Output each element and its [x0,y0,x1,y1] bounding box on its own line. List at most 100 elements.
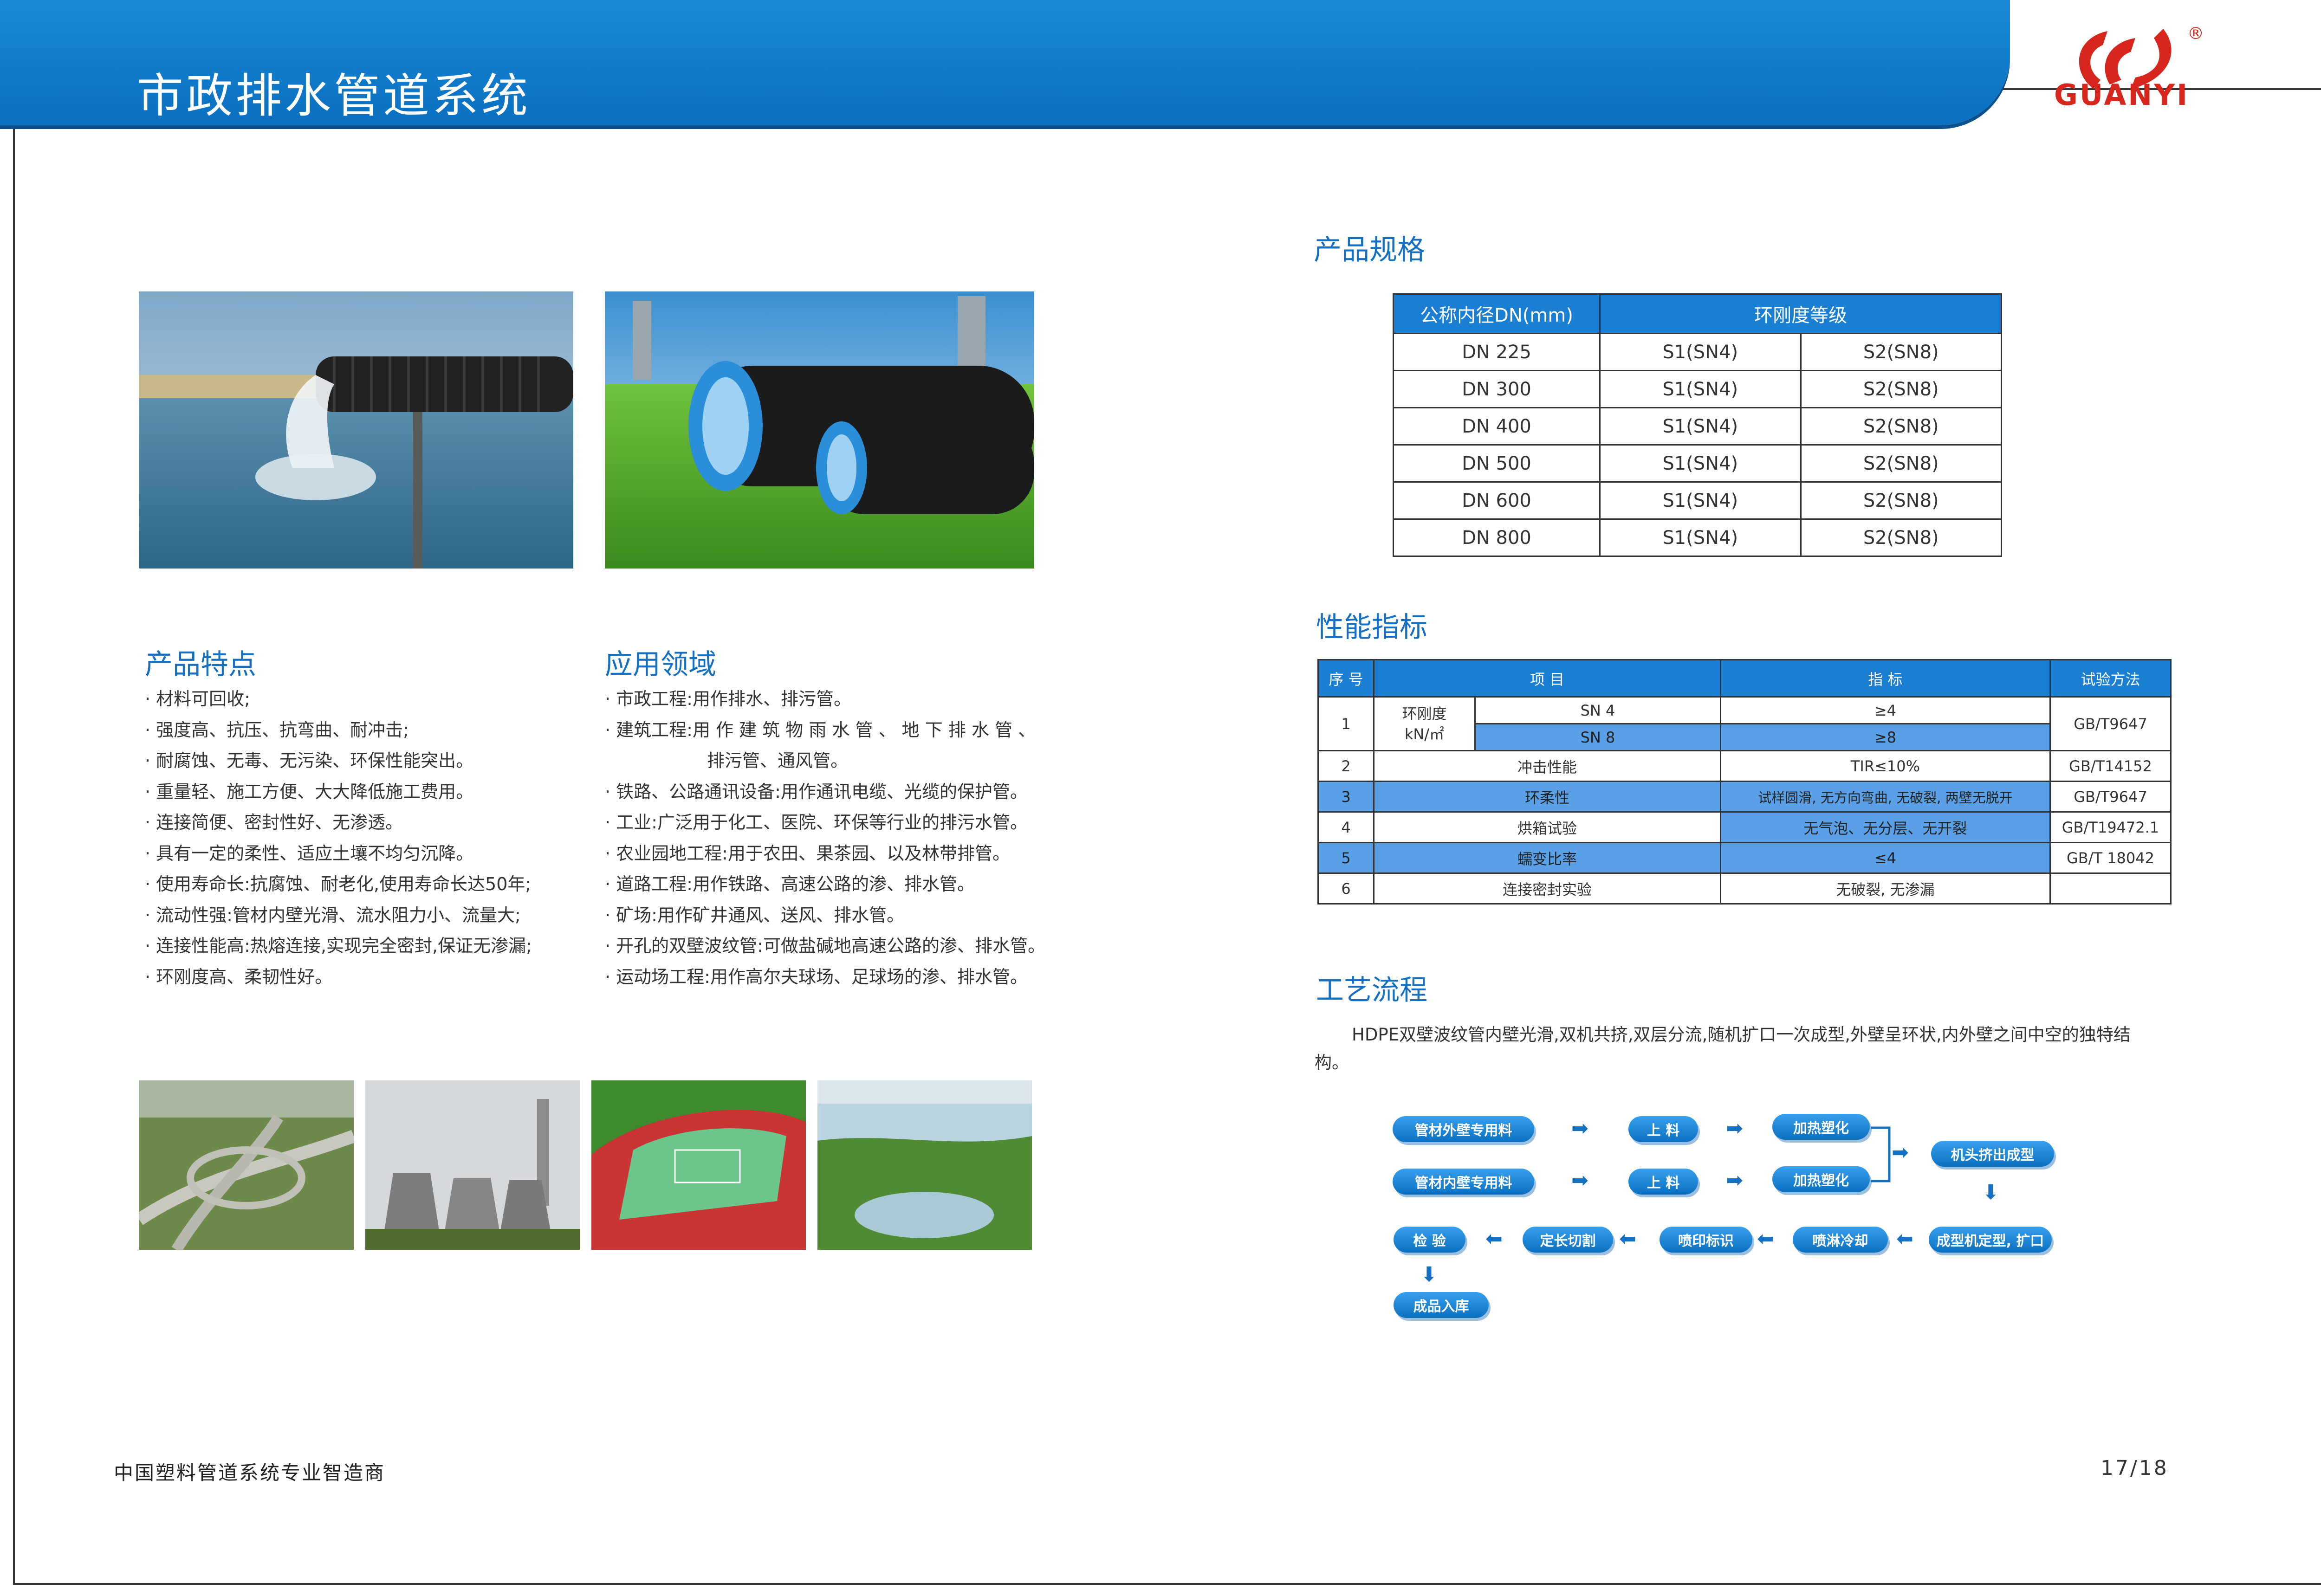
perf-item: 环刚度 kN/㎡ [1373,696,1476,751]
table-row: DN 600 S1(SN4) S2(SN8) [1393,481,2002,520]
perf-value: TIR≤10% [1719,750,2051,782]
table-row: 4 烘箱试验 无气泡、无分层、无开裂 GB/T19472.1 [1317,811,2172,843]
application-item: 排污管、通风管。 [707,750,849,771]
flow-step-outer-material: 管材外壁专用料 [1393,1116,1534,1142]
spec-cell: S1(SN4) [1599,370,1802,408]
perf-method [2049,872,2172,905]
spec-cell: S1(SN4) [1599,407,1802,446]
table-row: DN 300 S1(SN4) S2(SN8) [1393,370,2002,408]
arrow-down-icon: ⬇ [1420,1263,1438,1286]
feature-item: · 强度高、抗压、抗弯曲、耐冲击; [145,719,409,740]
application-item: · 道路工程:用作铁路、高速公路的渗、排水管。 [605,874,975,894]
perf-item-label: 环刚度 [1402,704,1447,723]
applications-list: · 市政工程:用作排水、排污管。 · 建筑工程:用 作 建 筑 物 雨 水 管 … [605,684,1046,992]
perf-header-no: 序 号 [1317,659,1374,698]
process-description: HDPE双壁波纹管内壁光滑,双机共挤,双层分流,随机扩口一次成型,外壁呈环状,内… [1315,1025,2131,1073]
application-item: · 开孔的双壁波纹管:可做盐碱地高速公路的渗、排水管。 [605,936,1045,956]
feature-item: · 材料可回收; [145,689,250,709]
park-lake-photo [817,1080,1032,1250]
spec-cell: DN 800 [1393,518,1601,557]
perf-item: 烘箱试验 [1373,811,1721,843]
perf-value: 试样圆滑, 无方向弯曲, 无破裂, 两壁无脱开 [1719,781,2051,813]
table-row: DN 500 S1(SN4) S2(SN8) [1393,444,2002,483]
flow-step-store: 成品入库 [1394,1292,1489,1318]
application-item: · 市政工程:用作排水、排污管。 [605,689,851,709]
perf-method: GB/T9647 [2049,781,2172,813]
perf-header-value: 指 标 [1719,659,2051,698]
perf-item-unit: kN/㎡ [1404,725,1445,743]
perf-header-item: 项 目 [1373,659,1721,698]
footer-tagline: 中国塑料管道系统专业智造商 [114,1461,386,1484]
perf-value: 无气泡、无分层、无开裂 [1719,811,2051,843]
spec-cell: S1(SN4) [1599,481,1802,520]
perf-value: 无破裂, 无渗漏 [1719,872,2051,905]
flow-step-extrude: 机头挤出成型 [1931,1141,2054,1167]
pipe-outlet-photo [139,291,573,569]
perf-item: 连接密封实验 [1373,872,1721,905]
arrow-down-icon: ⬇ [1982,1181,1999,1204]
arrow-left-icon: ⬅ [1485,1227,1503,1251]
perf-no: 6 [1317,872,1374,905]
application-item: · 建筑工程:用 作 建 筑 物 雨 水 管 、 地 下 排 水 管 、 [605,719,1036,740]
features-title: 产品特点 [145,648,256,681]
perf-no: 3 [1317,781,1374,813]
table-row: DN 800 S1(SN4) S2(SN8) [1393,518,2002,557]
spec-cell: S1(SN4) [1599,444,1802,483]
perf-header-row: 序 号 项 目 指 标 试验方法 [1317,659,2172,698]
applications-title: 应用领域 [605,648,716,681]
flow-step-mark: 喷印标识 [1660,1227,1752,1253]
performance-title: 性能指标 [1316,611,1427,644]
power-plant-photo [365,1080,580,1250]
corrugated-pipes-photo [605,291,1034,569]
application-item: · 矿场:用作矿井通风、送风、排水管。 [605,905,904,925]
feature-item: · 使用寿命长:抗腐蚀、耐老化,使用寿命长达50年; [145,874,532,894]
perf-item: 环柔性 [1373,781,1721,813]
perf-no: 2 [1317,750,1374,782]
flow-step-shape: 成型机定型, 扩口 [1929,1227,2052,1253]
perf-method: GB/T14152 [2049,750,2172,782]
page-title: 市政排水管道系统 [137,69,531,123]
table-row: 6 连接密封实验 无破裂, 无渗漏 [1317,872,2172,905]
spec-cell: S1(SN4) [1599,518,1802,557]
table-row: DN 400 S1(SN4) S2(SN8) [1393,407,2002,446]
flow-step-heat-1: 加热塑化 [1772,1114,1870,1140]
flow-step-inspect: 检 验 [1394,1227,1465,1253]
performance-table: 序 号 项 目 指 标 试验方法 1 环刚度 kN/㎡ SN 4 ≥4 GB/T… [1317,659,2172,905]
spec-header-row: 公称内径DN(mm) 环刚度等级 [1393,293,2002,334]
table-row: 5 蠕变比率 ≤4 GB/T 18042 [1317,842,2172,874]
registered-mark: ® [2187,24,2204,43]
spec-cell: S2(SN8) [1800,370,2002,408]
arrow-left-icon: ⬅ [1896,1227,1913,1251]
feature-item: · 具有一定的柔性、适应土壤不均匀沉降。 [145,843,474,864]
arrow-right-icon: ➡ [1726,1169,1743,1192]
flow-step-feed-1: 上 料 [1628,1116,1698,1142]
spec-header-stiffness: 环刚度等级 [1599,293,2002,334]
feature-item: · 重量轻、施工方便、大大降低施工费用。 [145,781,474,802]
sports-field-photo [591,1080,806,1250]
spec-cell: DN 300 [1393,370,1601,408]
flow-step-cut: 定长切割 [1523,1227,1613,1253]
perf-value: ≥4 [1719,696,2051,724]
spec-cell: S1(SN4) [1599,333,1802,371]
arrow-left-icon: ⬅ [1619,1227,1636,1251]
perf-no: 4 [1317,811,1374,843]
table-row: 2 冲击性能 TIR≤10% GB/T14152 [1317,750,2172,782]
flow-step-heat-2: 加热塑化 [1772,1166,1870,1192]
features-list: · 材料可回收; · 强度高、抗压、抗弯曲、耐冲击; · 耐腐蚀、无毒、无污染、… [145,684,586,992]
table-row: 1 环刚度 kN/㎡ SN 4 ≥4 GB/T9647 [1317,696,2172,751]
spec-cell: DN 500 [1393,444,1601,483]
spec-cell: S2(SN8) [1800,481,2002,520]
feature-item: · 环刚度高、柔韧性好。 [145,966,333,987]
spec-cell: DN 600 [1393,481,1601,520]
highway-photo [139,1080,354,1250]
perf-method: GB/T 18042 [2049,842,2172,874]
brand-name: GUANYI [2054,78,2190,112]
application-item: · 工业:广泛用于化工、医院、环保等行业的排污水管。 [605,812,1028,833]
flow-step-inner-material: 管材内壁专用料 [1393,1169,1534,1195]
perf-value: ≤4 [1719,842,2051,874]
spec-cell: S2(SN8) [1800,407,2002,446]
arrow-right-icon: ➡ [1726,1117,1743,1140]
spec-header-dn: 公称内径DN(mm) [1393,293,1601,334]
arrow-left-icon: ⬅ [1757,1227,1774,1251]
perf-method: GB/T9647 [2049,696,2172,751]
